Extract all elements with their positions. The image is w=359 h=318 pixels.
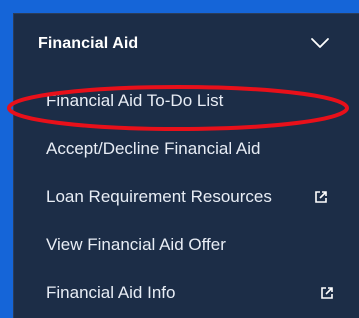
section-title: Financial Aid <box>38 35 139 52</box>
page: { "section": { "title": "Financial Aid",… <box>0 0 359 318</box>
section-header[interactable]: Financial Aid <box>14 14 359 74</box>
menu-item-label: Loan Requirement Resources <box>46 187 272 206</box>
menu-item-loan-requirement-resources[interactable]: Loan Requirement Resources <box>14 174 359 222</box>
external-link-icon <box>321 287 333 299</box>
menu-item-view-offer[interactable]: View Financial Aid Offer <box>14 222 359 270</box>
menu-item-label: View Financial Aid Offer <box>46 235 226 254</box>
external-link-icon <box>315 191 327 203</box>
menu-item-financial-aid-info[interactable]: Financial Aid Info <box>14 270 359 318</box>
menu-item-label: Accept/Decline Financial Aid <box>46 139 261 158</box>
menu-item-label: Financial Aid Info <box>46 283 176 302</box>
highlight-ring-annotation <box>7 85 349 131</box>
financial-aid-panel: Financial Aid Financial Aid To-Do List A… <box>7 13 359 318</box>
menu-item-accept-decline[interactable]: Accept/Decline Financial Aid <box>14 126 359 174</box>
chevron-down-icon[interactable] <box>310 36 330 50</box>
